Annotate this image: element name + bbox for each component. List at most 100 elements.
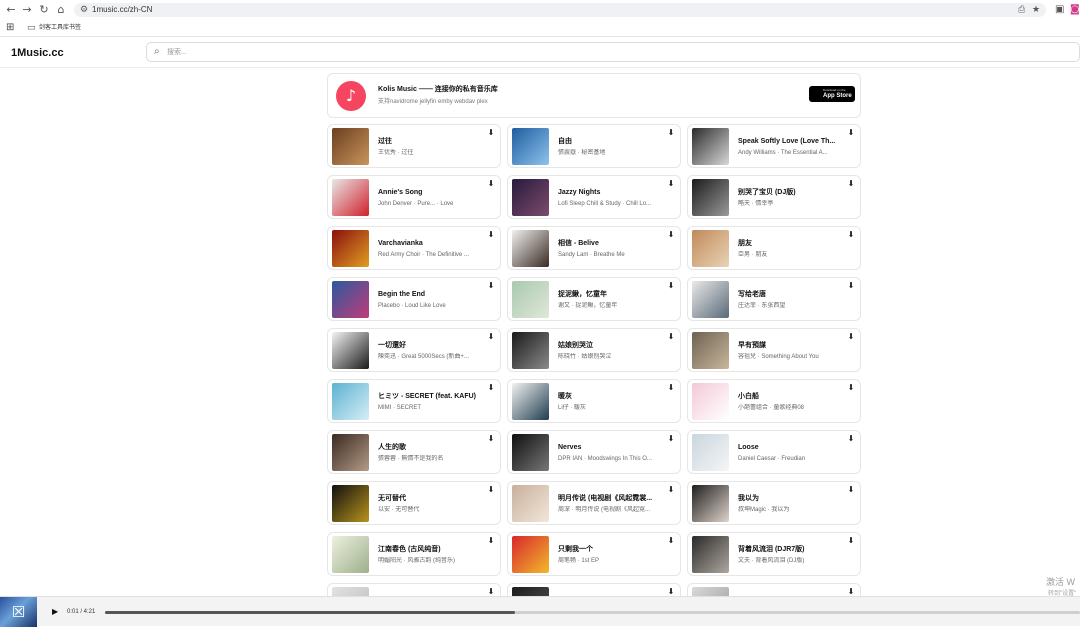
song-card[interactable]: 明月传说 (电视剧《风起霓裳... 周深 · 明月传说 (电视剧《风起霓... ⬇ (507, 481, 681, 525)
song-title[interactable]: 江南春色 (古风纯音) (378, 545, 488, 555)
album-cover[interactable] (512, 230, 549, 267)
song-card[interactable]: Begin the End Placebo · Loud Like Love ⬇ (327, 277, 501, 321)
album-cover[interactable] (332, 281, 369, 318)
song-card[interactable]: Loose Daniel Caesar · Freudian ⬇ (687, 430, 861, 474)
album-cover[interactable] (332, 383, 369, 420)
album-cover[interactable] (512, 536, 549, 573)
album-cover[interactable] (332, 434, 369, 471)
song-card[interactable]: 别哭了宝贝 (DJ版) 略天 · 情幸亭 ⬇ (687, 175, 861, 219)
song-title[interactable]: 自由 (558, 137, 668, 147)
song-card[interactable]: 姑娘别哭泣 陈晓竹 · 姑娘别哭泣 ⬇ (507, 328, 681, 372)
promo-banner[interactable]: ♪ Kolis Music —— 连接你的私有音乐库 支持navidrome j… (327, 73, 861, 118)
album-cover[interactable] (512, 281, 549, 318)
song-title[interactable]: Annie's Song (378, 188, 488, 198)
album-cover[interactable] (332, 230, 369, 267)
song-title[interactable]: 别哭了宝贝 (DJ版) (738, 188, 848, 198)
star-icon[interactable]: ★ (1032, 4, 1040, 16)
address-bar[interactable]: ⚙ 1music.cc/zh-CN ⎙ ★ (74, 3, 1046, 17)
song-card[interactable]: ⬇ (507, 583, 681, 596)
back-icon[interactable]: ← (3, 4, 19, 16)
album-cover[interactable] (332, 128, 369, 165)
search-input[interactable] (167, 45, 967, 59)
download-icon[interactable]: ⬇ (666, 281, 676, 291)
song-title[interactable]: Nerves (558, 443, 668, 453)
url-text[interactable]: 1music.cc/zh-CN (92, 4, 152, 16)
album-cover[interactable] (692, 128, 729, 165)
song-title[interactable]: Begin the End (378, 290, 488, 300)
progress-track[interactable] (105, 611, 1080, 614)
download-icon[interactable]: ⬇ (846, 536, 856, 546)
download-icon[interactable]: ⬇ (486, 383, 496, 393)
song-card[interactable]: 无可替代 以安 · 无可替代 ⬇ (327, 481, 501, 525)
song-card[interactable]: Speak Softly Love (Love Th... Andy Willia… (687, 124, 861, 168)
song-title[interactable]: 过往 (378, 137, 488, 147)
song-title[interactable]: 写给老唐 (738, 290, 848, 300)
download-icon[interactable]: ⬇ (486, 536, 496, 546)
download-icon[interactable]: ⬇ (846, 332, 856, 342)
album-cover[interactable] (692, 179, 729, 216)
song-card[interactable]: ⬇ (327, 583, 501, 596)
song-card[interactable]: 小白船 小葩蕾组合 · 童歌经典08 ⬇ (687, 379, 861, 423)
download-icon[interactable]: ⬇ (846, 128, 856, 138)
download-icon[interactable]: ⬇ (846, 383, 856, 393)
bookmark-folder-label[interactable]: 剑客工具库书签 (39, 23, 81, 33)
song-card[interactable]: 过往 王优秀 · 过往 ⬇ (327, 124, 501, 168)
song-card[interactable]: Nerves DPR IAN · Moodswings In This O... ⬇ (507, 430, 681, 474)
album-cover[interactable] (332, 587, 369, 596)
album-cover[interactable] (332, 332, 369, 369)
download-icon[interactable]: ⬇ (486, 332, 496, 342)
song-title[interactable]: 只剩我一个 (558, 545, 668, 555)
song-card[interactable]: 人生的歌 張蓉蓉 · 無情不是我的名 ⬇ (327, 430, 501, 474)
download-icon[interactable]: ⬇ (486, 230, 496, 240)
album-cover[interactable] (692, 536, 729, 573)
now-playing-cover[interactable]: ☒ (0, 597, 37, 627)
song-title[interactable]: ヒミツ - SECRET (feat. KAFU) (378, 392, 488, 402)
album-cover[interactable] (512, 128, 549, 165)
download-icon[interactable]: ⬇ (486, 485, 496, 495)
download-icon[interactable]: ⬇ (486, 128, 496, 138)
download-icon[interactable]: ⬇ (666, 485, 676, 495)
song-title[interactable]: 背着风流泪 (DJR7版) (738, 545, 848, 555)
song-title[interactable]: 捉泥鳅，忆童年 (558, 290, 668, 300)
song-title[interactable]: 一切還好 (378, 341, 488, 351)
song-title[interactable]: 相信 - Belive (558, 239, 668, 249)
song-title[interactable]: 小白船 (738, 392, 848, 402)
download-icon[interactable]: ⬇ (486, 281, 496, 291)
app-store-button[interactable]: Download on the App Store (809, 86, 855, 102)
album-cover[interactable] (512, 434, 549, 471)
song-card[interactable]: 朋友 亞男 · 朋友 ⬇ (687, 226, 861, 270)
song-title[interactable]: 无可替代 (378, 494, 488, 504)
download-icon[interactable]: ⬇ (666, 587, 676, 596)
song-title[interactable]: 人生的歌 (378, 443, 488, 453)
download-icon[interactable]: ⬇ (846, 434, 856, 444)
song-card[interactable]: 自由 張震嶽 · 秘密基地 ⬇ (507, 124, 681, 168)
song-card[interactable]: 我以为 叔坤Magic · 我以为 ⬇ (687, 481, 861, 525)
album-cover[interactable] (332, 485, 369, 522)
album-cover[interactable] (692, 485, 729, 522)
song-card[interactable]: 暖灰 Li仔 · 暖灰 ⬇ (507, 379, 681, 423)
song-title[interactable]: 明月传说 (电视剧《风起霓裳... (558, 494, 668, 504)
download-icon[interactable]: ⬇ (486, 587, 496, 596)
song-card[interactable]: 写给老唐 庄达菲 · 东张西望 ⬇ (687, 277, 861, 321)
album-cover[interactable] (332, 179, 369, 216)
download-icon[interactable]: ⬇ (666, 332, 676, 342)
album-cover[interactable] (692, 434, 729, 471)
download-icon[interactable]: ⬇ (666, 230, 676, 240)
download-icon[interactable]: ⬇ (846, 281, 856, 291)
album-cover[interactable] (692, 332, 729, 369)
album-cover[interactable] (692, 281, 729, 318)
song-card[interactable]: 一切還好 陳奕迅 · Great 5000Secs (新曲+... ⬇ (327, 328, 501, 372)
download-icon[interactable]: ⬇ (486, 434, 496, 444)
song-card[interactable]: 背着风流泪 (DJR7版) 文夫 · 背着风流泪 (DJ版) ⬇ (687, 532, 861, 576)
album-cover[interactable] (692, 230, 729, 267)
album-cover[interactable] (332, 536, 369, 573)
album-cover[interactable] (512, 332, 549, 369)
download-icon[interactable]: ⬇ (666, 434, 676, 444)
download-icon[interactable]: ⬇ (666, 383, 676, 393)
download-icon[interactable]: ⬇ (486, 179, 496, 189)
site-logo[interactable]: 1Music.cc (11, 46, 64, 60)
album-cover[interactable] (512, 485, 549, 522)
forward-icon[interactable]: → (19, 4, 35, 16)
album-cover[interactable] (512, 179, 549, 216)
album-cover[interactable] (692, 587, 729, 596)
